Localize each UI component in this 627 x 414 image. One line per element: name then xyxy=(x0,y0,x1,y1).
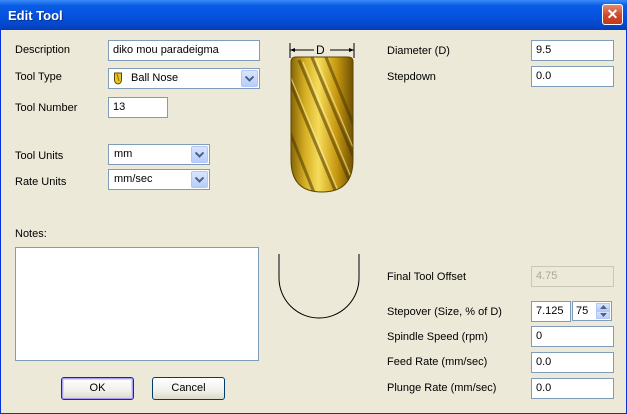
rate-units-select[interactable]: mm/sec xyxy=(108,169,210,190)
notes-label: Notes: xyxy=(15,228,47,240)
diameter-marker: D xyxy=(316,43,325,57)
feed-rate-input[interactable]: 0.0 xyxy=(531,352,614,373)
final-tool-offset-label: Final Tool Offset xyxy=(387,271,467,283)
tool-type-select[interactable]: Ball Nose xyxy=(108,68,260,89)
edit-tool-dialog: Edit Tool ✕ Description diko mou paradei… xyxy=(0,0,627,414)
dialog-title: Edit Tool xyxy=(8,8,63,23)
stepdown-input[interactable]: 0.0 xyxy=(531,66,614,87)
tool-units-select[interactable]: mm xyxy=(108,144,210,165)
spin-up-icon[interactable] xyxy=(596,303,610,311)
tool-preview-image xyxy=(289,43,355,193)
diameter-input[interactable]: 9.5 xyxy=(531,40,614,61)
notes-textarea[interactable] xyxy=(15,247,259,361)
spin-down-icon[interactable] xyxy=(596,311,610,319)
tool-profile-diagram xyxy=(278,254,360,319)
chevron-down-icon[interactable] xyxy=(191,146,208,163)
ball-nose-tool-icon xyxy=(114,72,122,85)
stepover-percent-spinner[interactable]: 75 xyxy=(572,301,612,321)
plunge-rate-input[interactable]: 0.0 xyxy=(531,378,614,399)
diameter-label: Diameter (D) xyxy=(387,45,450,57)
close-button[interactable]: ✕ xyxy=(602,4,623,25)
spindle-speed-label: Spindle Speed (rpm) xyxy=(387,331,488,343)
tool-number-input[interactable]: 13 xyxy=(108,97,168,118)
spindle-speed-input[interactable]: 0 xyxy=(531,326,614,347)
ok-button[interactable]: OK xyxy=(61,377,134,400)
tool-units-value: mm xyxy=(114,148,133,160)
final-tool-offset-input: 4.75 xyxy=(531,266,614,287)
title-bar[interactable]: Edit Tool ✕ xyxy=(0,0,627,30)
description-input[interactable]: diko mou paradeigma xyxy=(108,40,260,61)
chevron-down-icon[interactable] xyxy=(191,171,208,188)
plunge-rate-label: Plunge Rate (mm/sec) xyxy=(387,382,497,394)
cancel-button[interactable]: Cancel xyxy=(152,377,225,400)
stepover-label: Stepover (Size, % of D) xyxy=(387,306,502,318)
rate-units-label: Rate Units xyxy=(15,176,67,188)
stepover-size-input[interactable]: 7.125 xyxy=(531,301,571,322)
feed-rate-label: Feed Rate (mm/sec) xyxy=(387,356,488,368)
rate-units-value: mm/sec xyxy=(114,173,153,185)
tool-number-label: Tool Number xyxy=(15,102,78,114)
stepover-percent-value: 75 xyxy=(576,305,589,317)
chevron-down-icon[interactable] xyxy=(241,70,258,87)
tool-units-label: Tool Units xyxy=(15,150,64,162)
close-icon: ✕ xyxy=(606,6,619,22)
tool-type-label: Tool Type xyxy=(15,71,62,83)
tool-type-value: Ball Nose xyxy=(131,72,179,84)
stepdown-label: Stepdown xyxy=(387,71,436,83)
description-label: Description xyxy=(15,44,71,56)
